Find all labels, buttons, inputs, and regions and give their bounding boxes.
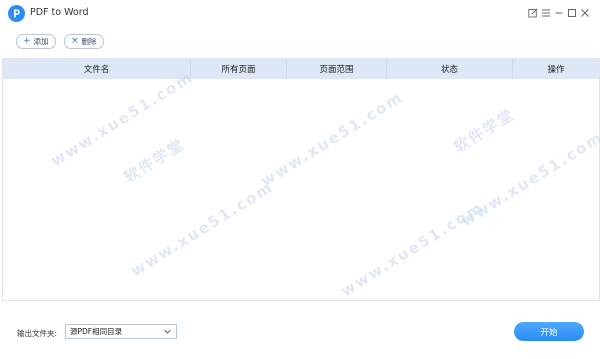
maximize-icon	[568, 9, 576, 17]
column-header-page-range[interactable]: 页面范围	[287, 58, 387, 79]
chevron-down-icon	[164, 329, 171, 334]
footer-bar: 输出文件夹: 源PDF相同目录 开始	[0, 301, 600, 359]
app-logo-icon	[8, 5, 25, 22]
output-folder-value: 源PDF相同目录	[70, 327, 123, 336]
table-header: 文件名 所有页面 页面范围 状态 操作	[3, 58, 599, 79]
close-icon	[581, 9, 589, 17]
x-icon: ×	[71, 36, 79, 46]
add-button[interactable]: + 添加	[16, 34, 56, 49]
column-header-status[interactable]: 状态	[387, 58, 513, 79]
plus-icon: +	[23, 36, 31, 46]
minimize-icon	[555, 12, 563, 14]
close-button[interactable]	[578, 5, 592, 21]
feedback-button[interactable]	[526, 5, 540, 21]
add-button-label: 添加	[33, 37, 49, 46]
output-folder-select[interactable]: 源PDF相同目录	[65, 324, 177, 339]
file-table: 文件名 所有页面 页面范围 状态 操作	[2, 58, 600, 301]
edit-icon	[528, 8, 538, 18]
remove-button-label: 删除	[81, 37, 97, 46]
column-header-filename[interactable]: 文件名	[3, 58, 191, 79]
minimize-button[interactable]	[552, 5, 566, 21]
column-header-all-pages[interactable]: 所有页面	[191, 58, 287, 79]
menu-button[interactable]	[539, 5, 553, 21]
maximize-button[interactable]	[565, 5, 579, 21]
column-header-actions[interactable]: 操作	[513, 58, 599, 79]
remove-button[interactable]: × 删除	[64, 34, 104, 49]
start-button[interactable]: 开始	[514, 322, 584, 341]
app-title: PDF to Word	[30, 7, 89, 18]
table-body[interactable]	[3, 79, 599, 300]
output-folder-label: 输出文件夹:	[17, 329, 58, 338]
menu-icon	[542, 9, 550, 17]
title-bar: PDF to Word	[0, 0, 600, 27]
